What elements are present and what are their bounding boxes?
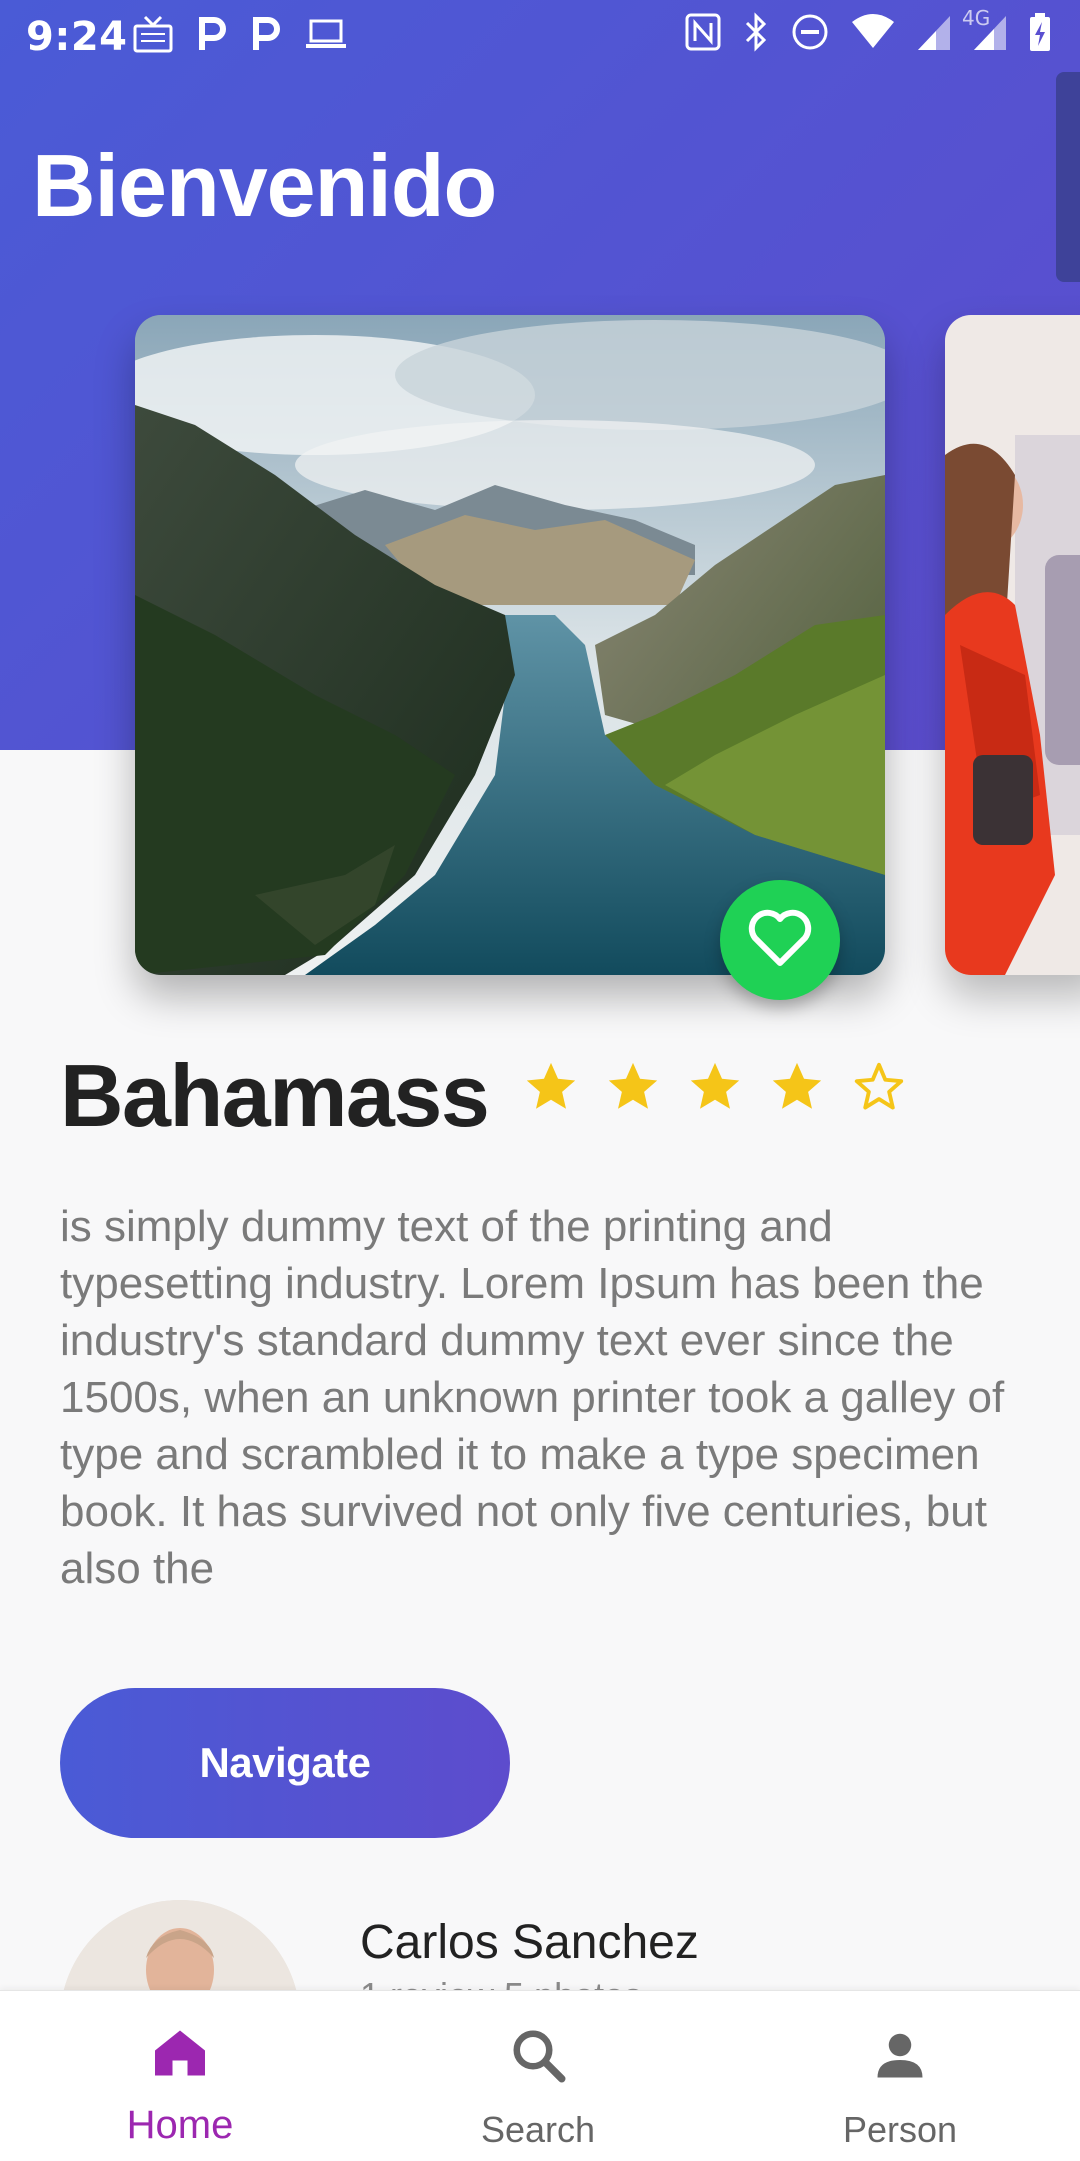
nfc-icon (684, 12, 722, 52)
signal-icon (916, 12, 952, 52)
star-outline-icon (850, 1058, 908, 1121)
signal-4g-icon: 4G (962, 6, 1008, 52)
star-filled-icon (686, 1058, 744, 1121)
navigate-button[interactable]: Navigate (60, 1688, 510, 1838)
battery-charging-icon (1028, 12, 1052, 52)
nav-item-search[interactable]: Search (438, 1991, 638, 2161)
heart-icon (748, 909, 812, 972)
status-time: 9:24 (26, 14, 128, 60)
search-icon (508, 2025, 568, 2090)
star-filled-icon (768, 1058, 826, 1121)
tv-icon (132, 14, 174, 54)
nav-item-person[interactable]: Person (800, 1991, 1000, 2161)
nav-label-home: Home (126, 2103, 234, 2147)
star-filled-icon (604, 1058, 662, 1121)
page-title: Bienvenido (32, 136, 497, 235)
edge-panel-handle[interactable] (1056, 72, 1080, 282)
nav-item-home[interactable]: Home (80, 1991, 280, 2161)
wifi-icon (850, 12, 896, 52)
destination-title: Bahamass (60, 1046, 490, 1145)
parking-icon (250, 14, 282, 54)
parking-icon (196, 14, 228, 54)
favorite-button[interactable] (720, 880, 840, 1000)
destination-description: is simply dummy text of the printing and… (60, 1202, 1005, 1593)
star-filled-icon (522, 1058, 580, 1121)
woman-in-red-dress-image (945, 315, 1080, 975)
person-icon (870, 2025, 930, 2090)
home-icon (150, 2025, 210, 2086)
reviewer-name: Carlos Sanchez (360, 1916, 699, 1969)
destination-card-next[interactable] (945, 315, 1080, 975)
nav-label-search: Search (480, 2109, 596, 2150)
bluetooth-icon (742, 12, 770, 52)
dnd-icon (790, 12, 830, 52)
mountain-lake-image (135, 315, 885, 975)
network-label: 4G (962, 6, 991, 30)
laptop-icon (304, 16, 348, 52)
bottom-navigation: Home Search Person (0, 1990, 1080, 2161)
rating-stars (522, 1058, 908, 1121)
destination-card[interactable] (135, 315, 885, 975)
status-bar: 9:24 4G (0, 0, 1080, 70)
nav-label-person: Person (842, 2109, 958, 2150)
